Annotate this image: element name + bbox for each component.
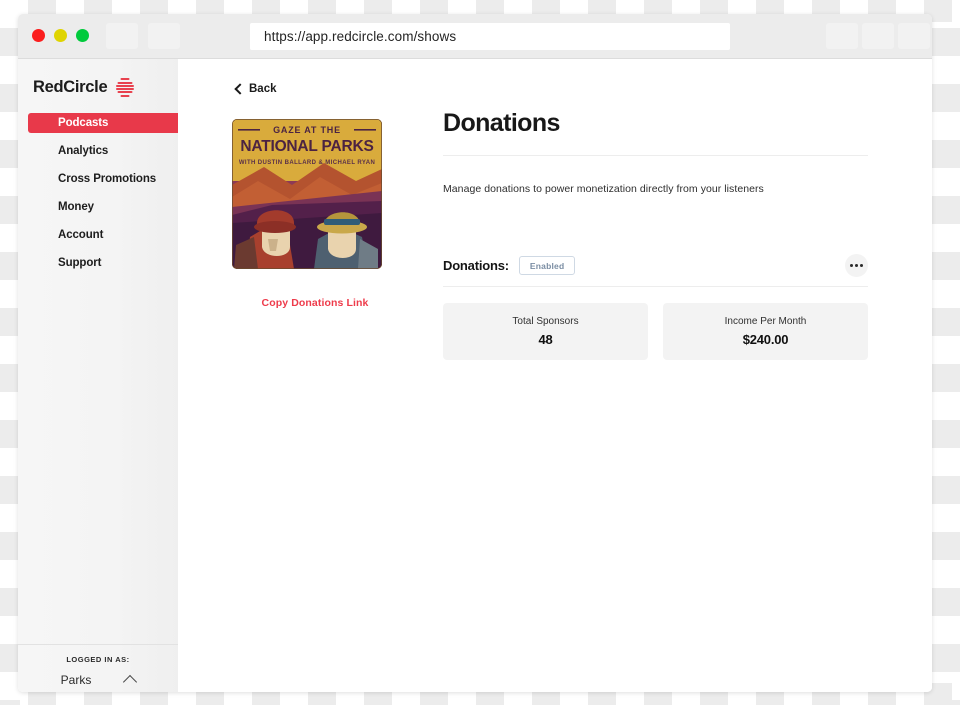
window-controls <box>32 29 89 42</box>
maximize-window-button[interactable] <box>76 29 89 42</box>
sidebar-item-label: Podcasts <box>58 117 109 129</box>
sidebar-item-money[interactable]: Money <box>18 196 178 217</box>
account-name: Parks <box>60 673 92 687</box>
sidebar-item-label: Account <box>58 228 104 241</box>
main-content: Back GAZE AT THE NATIONAL PARKS WITH DUS… <box>178 59 932 692</box>
sidebar-item-podcasts[interactable]: Podcasts <box>28 113 184 133</box>
stat-card-total-sponsors: Total Sponsors 48 <box>443 303 648 360</box>
sidebar-nav: Podcasts Analytics Cross Promotions Mone… <box>18 113 184 280</box>
browser-titlebar: https://app.redcircle.com/shows <box>18 14 932 59</box>
redcircle-logo-icon <box>115 76 134 98</box>
cover-art-illustration: GAZE AT THE NATIONAL PARKS WITH DUSTIN B… <box>232 119 382 269</box>
status-badge: Enabled <box>518 255 576 275</box>
svg-text:GAZE AT THE: GAZE AT THE <box>273 125 341 135</box>
address-bar-url: https://app.redcircle.com/shows <box>264 29 457 44</box>
sidebar-item-analytics[interactable]: Analytics <box>18 140 178 161</box>
chevron-up-icon <box>123 674 138 689</box>
screenshot-root: https://app.redcircle.com/shows RedCircl… <box>0 0 960 705</box>
account-switcher[interactable]: Parks <box>18 673 178 689</box>
sidebar-item-label: Money <box>58 200 94 213</box>
browser-window: https://app.redcircle.com/shows RedCircl… <box>18 14 932 692</box>
sidebar: RedCircle Podcasts Analytics Cross Promo… <box>18 59 184 692</box>
brand-name: RedCircle <box>33 77 108 96</box>
ellipsis-icon[interactable] <box>845 253 868 277</box>
donations-status-label: Donations: <box>443 257 509 273</box>
sidebar-item-label: Analytics <box>58 144 109 157</box>
sidebar-item-account[interactable]: Account <box>18 224 178 245</box>
podcast-cover-art[interactable]: GAZE AT THE NATIONAL PARKS WITH DUSTIN B… <box>232 119 382 269</box>
title-divider <box>443 155 868 156</box>
canvas-checkerboard-left <box>0 0 20 705</box>
canvas-checkerboard-right <box>932 0 960 705</box>
address-bar[interactable]: https://app.redcircle.com/shows <box>250 23 730 50</box>
svg-text:WITH DUSTIN BALLARD & MICHAEL: WITH DUSTIN BALLARD & MICHAEL RYAN <box>239 160 375 166</box>
svg-text:NATIONAL PARKS: NATIONAL PARKS <box>240 138 373 155</box>
brand-logo[interactable]: RedCircle <box>33 76 134 98</box>
logged-in-label: LOGGED IN AS: <box>66 655 130 664</box>
chevron-left-icon <box>234 83 246 95</box>
page-title: Donations <box>443 109 560 137</box>
sidebar-footer: LOGGED IN AS: Parks <box>18 644 178 689</box>
stat-card-income-per-month: Income Per Month $240.00 <box>663 303 868 360</box>
status-divider <box>443 286 868 287</box>
minimize-window-button[interactable] <box>54 29 67 42</box>
toolbar-placeholder-5[interactable] <box>898 23 930 49</box>
back-button[interactable]: Back <box>234 83 277 95</box>
sidebar-item-cross-promotions[interactable]: Cross Promotions <box>18 168 178 189</box>
stat-value: $240.00 <box>742 332 789 347</box>
toolbar-placeholder-1[interactable] <box>106 23 138 49</box>
stat-value: 48 <box>538 332 553 347</box>
stat-label: Income Per Month <box>724 316 807 327</box>
back-button-label: Back <box>249 83 277 95</box>
toolbar-placeholder-3[interactable] <box>826 23 858 49</box>
stat-label: Total Sponsors <box>512 316 579 327</box>
app-viewport: RedCircle Podcasts Analytics Cross Promo… <box>18 59 932 692</box>
donations-panel: Donations Manage donations to power mone… <box>443 109 868 360</box>
stats-row: Total Sponsors 48 Income Per Month $240.… <box>443 303 868 360</box>
toolbar-placeholder-4[interactable] <box>862 23 894 49</box>
sidebar-item-label: Support <box>58 256 102 269</box>
donations-status-row: Donations: Enabled <box>443 253 868 277</box>
panel-description: Manage donations to power monetization d… <box>443 183 764 195</box>
toolbar-placeholder-2[interactable] <box>148 23 180 49</box>
sidebar-item-label: Cross Promotions <box>58 172 157 185</box>
copy-donations-link-button[interactable]: Copy Donations Link <box>240 297 390 309</box>
close-window-button[interactable] <box>32 29 45 42</box>
sidebar-item-support[interactable]: Support <box>18 252 178 273</box>
